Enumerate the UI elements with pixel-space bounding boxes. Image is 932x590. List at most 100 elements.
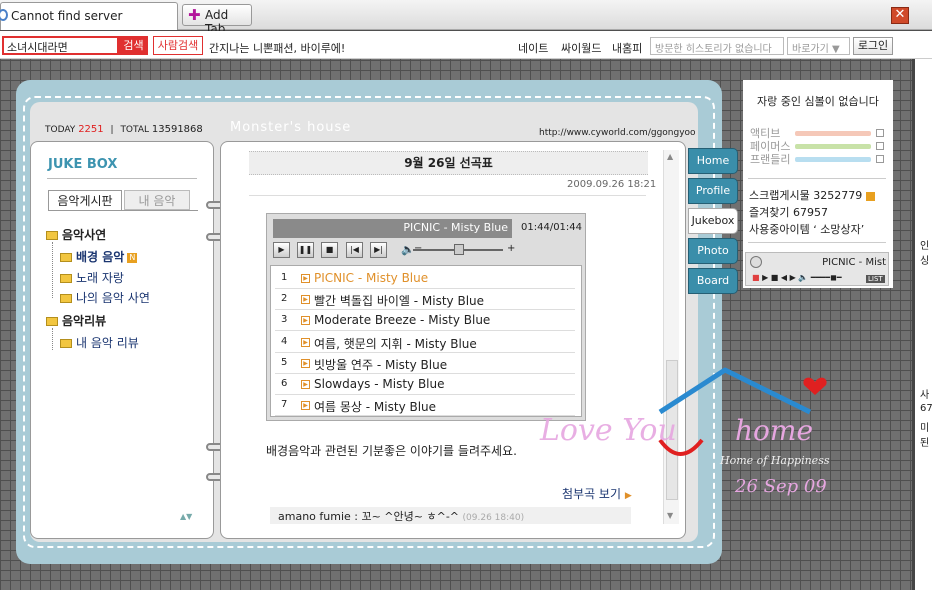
track-row[interactable]: 1 ▶ PICNIC - Misty Blue <box>275 268 575 289</box>
stat-toggle-icon[interactable] <box>876 155 884 163</box>
ad-link[interactable]: 간지나는 니뽄패션, 바이루에! <box>209 40 345 56</box>
tab-board[interactable]: Board <box>688 268 738 294</box>
post-title: 9월 26일 선곡표 <box>249 151 648 175</box>
stat-bar-label: 프랜들리 <box>750 153 791 166</box>
strip-text: 679 <box>920 403 932 414</box>
post-description: 배경음악과 관련된 기분좋은 이야기를 들려주세요. <box>266 444 517 458</box>
mini-player-song: PICNIC - Mist <box>822 257 886 268</box>
today-label: TODAY <box>45 125 76 135</box>
divider <box>47 178 197 179</box>
link-cyworld[interactable]: 싸이월드 <box>561 40 601 56</box>
new-badge: N <box>127 252 138 263</box>
tab-music-board[interactable]: 음악게시판 <box>48 190 122 211</box>
folder-icon <box>60 253 72 262</box>
stat-toggle-icon[interactable] <box>876 142 884 150</box>
play-track-icon[interactable]: ▶ <box>301 358 310 368</box>
love-text: Love You <box>539 413 677 448</box>
now-playing-display: PICNIC - Misty Blue <box>273 219 512 238</box>
login-button[interactable]: 로그인 <box>853 37 893 55</box>
folder-music-review[interactable]: 음악리뷰 <box>46 312 106 329</box>
people-search-button[interactable]: 사람검색 <box>153 36 203 55</box>
search-button[interactable]: 검색 <box>119 36 148 55</box>
tree-line <box>52 242 53 298</box>
track-number: 6 <box>281 378 288 389</box>
mini-list-button[interactable]: LIST <box>866 275 885 283</box>
favorites-count[interactable]: 즐겨찾기 67957 <box>749 204 828 220</box>
scrap-count[interactable]: 스크랩게시물 3252779 <box>749 187 875 203</box>
track-row[interactable]: 2 ▶ 빨간 벽돌집 바이엘 - Misty Blue <box>275 289 575 311</box>
stat-bar <box>795 131 871 136</box>
search-input[interactable]: 소녀시대라면 <box>2 36 119 55</box>
strip-text: 미된 <box>920 423 930 449</box>
stop-button[interactable]: ■ <box>321 242 338 258</box>
expand-arrow-icon[interactable]: ▲▼ <box>180 512 192 521</box>
post-date: 2009.09.26 18:21 <box>567 179 657 190</box>
link-nate[interactable]: 네이트 <box>518 40 548 56</box>
mini-player-controls[interactable]: ■ ▶ ■ ◀ ▶ 🔈 ━━━━◼━ <box>752 273 842 282</box>
volume-knob[interactable] <box>454 244 464 255</box>
track-number: 1 <box>281 272 288 283</box>
tagline-text: Home of Happiness <box>719 454 830 467</box>
love-you-home-artwork: Love You home Home of Happiness 26 Sep 0… <box>539 367 830 497</box>
shortcut-dropdown[interactable]: 바로가기 ▼ <box>787 37 850 55</box>
tree-line <box>52 328 53 350</box>
tab-jukebox[interactable]: Jukebox <box>688 208 738 234</box>
menu-item-song-contest[interactable]: 노래 자랑 <box>60 269 124 286</box>
time-display: 01:44/01:44 <box>521 222 583 233</box>
track-number: 3 <box>281 314 288 326</box>
tab-profile[interactable]: Profile <box>688 178 738 204</box>
folder-icon <box>60 274 72 283</box>
divider <box>748 242 886 243</box>
link-myhompy[interactable]: 내홈피 <box>612 40 642 56</box>
menu-item-bgm[interactable]: 배경 음악 N <box>60 248 138 265</box>
play-track-icon[interactable]: ▶ <box>301 295 310 305</box>
stat-bar <box>795 144 871 149</box>
stat-toggle-icon[interactable] <box>876 129 884 137</box>
track-row[interactable]: 3 ▶ Moderate Breeze - Misty Blue <box>275 310 575 332</box>
tab-photo[interactable]: Photo <box>688 238 738 264</box>
strip-text: 인싱 <box>920 241 930 267</box>
home-text: home <box>735 414 813 447</box>
roof-icon <box>658 367 812 415</box>
close-icon[interactable]: ✕ <box>891 7 909 24</box>
scroll-down-icon[interactable]: ▼ <box>667 511 673 520</box>
play-track-icon[interactable]: ▶ <box>301 337 310 347</box>
total-label: TOTAL <box>120 125 149 135</box>
play-track-icon[interactable]: ▶ <box>301 316 310 326</box>
comment-time: (09.26 18:40) <box>462 513 525 523</box>
item-in-use[interactable]: 사용중아이템 ʻ 소망상자ʼ <box>749 221 864 237</box>
symbol-status: 자랑 중인 심볼이 없습니다 <box>757 95 879 108</box>
folder-icon <box>46 317 58 326</box>
track-number: 5 <box>281 356 288 368</box>
tab-my-music[interactable]: 내 음악 <box>124 190 190 210</box>
error-icon <box>0 9 8 21</box>
total-count: 13591868 <box>151 124 203 135</box>
pause-button[interactable]: ❚❚ <box>297 242 314 258</box>
play-track-icon[interactable]: ▶ <box>301 401 310 411</box>
strip-text: 사 <box>920 390 930 401</box>
prev-button[interactable]: |◀ <box>346 242 363 258</box>
menu-item-my-review[interactable]: 내 음악 리뷰 <box>60 334 139 351</box>
today-count: 2251 <box>78 124 104 135</box>
nate-toolbar: 소녀시대라면 검색 사람검색 간지나는 니뽄패션, 바이루에! 네이트 싸이월드… <box>0 31 932 59</box>
next-button[interactable]: ▶| <box>370 242 387 258</box>
play-button[interactable]: ▶ <box>273 242 290 258</box>
track-row[interactable]: 4 ▶ 여름, 햇문의 지휘 - Misty Blue <box>275 332 575 353</box>
folder-music-story[interactable]: 음악사연 <box>46 226 106 243</box>
visitor-counter: TODAY 2251 | TOTAL 13591868 <box>45 124 203 135</box>
add-tab-button[interactable]: ✚ Add Tab <box>182 4 252 36</box>
browser-tab-title: Cannot find server <box>11 9 123 23</box>
scroll-up-icon[interactable]: ▲ <box>667 152 673 161</box>
track-title: Moderate Breeze - Misty Blue <box>314 313 491 328</box>
heart-icon <box>803 377 827 395</box>
volume-plus-icon[interactable]: + <box>507 243 515 254</box>
hompy-url[interactable]: http://www.cyworld.com/ggongyoo <box>539 128 696 138</box>
history-dropdown[interactable]: 방문한 히스토리가 없습니다 <box>650 37 784 55</box>
play-track-icon[interactable]: ▶ <box>301 274 310 283</box>
tab-home[interactable]: Home <box>688 148 738 174</box>
background-window-strip: 인싱 사 679 미된 <box>912 59 932 590</box>
divider <box>48 210 198 211</box>
browser-tab-active[interactable]: Cannot find server <box>0 2 178 30</box>
menu-item-my-music-story[interactable]: 나의 음악 사연 <box>60 289 150 306</box>
play-track-icon[interactable]: ▶ <box>301 380 310 389</box>
